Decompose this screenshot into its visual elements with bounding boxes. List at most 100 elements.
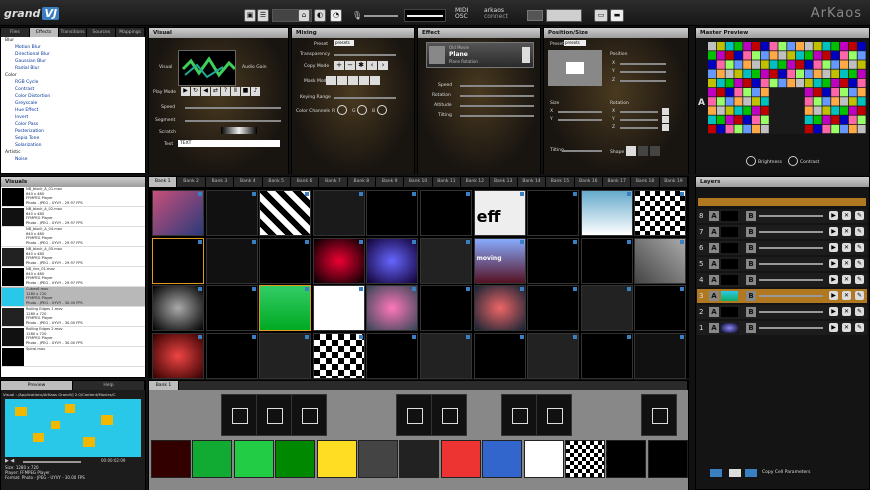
bank-tab-6[interactable]: Bank 6: [291, 177, 320, 187]
layer-b-button[interactable]: B: [746, 307, 756, 317]
effects-group[interactable]: Blur: [3, 37, 145, 44]
layer-row-5[interactable]: 5 A B ▶ ✕ ✎: [697, 257, 867, 271]
effect-item[interactable]: Posterization: [3, 128, 145, 135]
layer-opacity-slider[interactable]: [759, 215, 823, 217]
layer-b-button[interactable]: B: [746, 275, 756, 285]
grid-cell[interactable]: [259, 285, 312, 331]
grid-cell[interactable]: [205, 237, 258, 284]
grid-cell[interactable]: [634, 285, 687, 331]
layer-row-2[interactable]: 2 A B ▶ ✕ ✎: [697, 305, 867, 319]
layer-b-button[interactable]: B: [746, 259, 756, 269]
bottom-grid-cell[interactable]: [233, 440, 274, 478]
grid-cell[interactable]: [527, 332, 580, 379]
copy-mode-sub[interactable]: −: [345, 61, 355, 70]
copy-mode-add[interactable]: +: [334, 61, 344, 70]
bottom-grid-cell[interactable]: [523, 440, 564, 478]
layer-a-button[interactable]: A: [709, 323, 719, 333]
bottom-grid-cell[interactable]: [275, 440, 316, 478]
bottom-grid-cell[interactable]: [647, 440, 688, 478]
grid-cell[interactable]: [312, 190, 365, 236]
effect-item[interactable]: Motion Blur: [3, 44, 145, 51]
pos-tilting-slider[interactable]: [562, 150, 602, 152]
pos-y-slider[interactable]: [620, 71, 666, 73]
position-preset-dropdown[interactable]: presets: [564, 40, 586, 46]
tab-files[interactable]: Files: [1, 28, 30, 37]
grid-cell[interactable]: [259, 237, 312, 284]
bottom-grid-cell[interactable]: [358, 440, 398, 478]
visual-list-item[interactable]: NB_block_A_04.mov 640 x 480 FFMPEG Player P…: [1, 227, 145, 247]
keying-range-slider[interactable]: [334, 97, 396, 99]
channel-b-knob[interactable]: [377, 105, 387, 115]
layer-a-button[interactable]: A: [709, 259, 719, 269]
bank-tab-10[interactable]: Bank 10: [404, 177, 433, 187]
tab-transitions[interactable]: Transitions: [59, 28, 88, 37]
grid-cell[interactable]: [205, 285, 258, 331]
grid-cell[interactable]: [366, 237, 419, 284]
rot-y-reset[interactable]: [662, 116, 669, 123]
grid-cell[interactable]: [420, 237, 472, 284]
bank-tab-13[interactable]: Bank 13: [490, 177, 518, 187]
bank-tab-14[interactable]: Bank 14: [518, 177, 547, 187]
layer-a-button[interactable]: A: [709, 291, 719, 301]
effects-group[interactable]: Color: [3, 72, 145, 79]
grid-cell[interactable]: [580, 285, 633, 331]
size-y-slider[interactable]: [558, 119, 602, 121]
bottom-grid-cell[interactable]: [192, 440, 233, 478]
effects-tree[interactable]: Blur Motion Blur Directional Blur Gaussian …: [1, 37, 145, 173]
layer-play-icon[interactable]: ▶: [829, 211, 838, 220]
effect-item[interactable]: Sepia Tone: [3, 135, 145, 142]
layer-a-button[interactable]: A: [709, 307, 719, 317]
tab-mappings[interactable]: Mappings: [116, 28, 145, 37]
layer-edit-icon[interactable]: ✎: [855, 259, 864, 268]
grid-cell[interactable]: [527, 190, 580, 236]
bottom-grid-cell[interactable]: [501, 394, 537, 436]
layer-edit-icon[interactable]: ✎: [855, 275, 864, 284]
layer-row-6[interactable]: 6 A B ▶ ✕ ✎: [697, 241, 867, 255]
tab-help[interactable]: Help: [73, 381, 145, 390]
layer-edit-icon[interactable]: ✎: [855, 291, 864, 300]
layer-blue-button[interactable]: [710, 469, 722, 477]
midi-osc-status[interactable]: MIDI OSC: [455, 8, 468, 20]
layer-edit-icon[interactable]: ✎: [855, 323, 864, 332]
layer-play-icon[interactable]: ▶: [829, 243, 838, 252]
layer-opacity-slider[interactable]: [759, 327, 823, 329]
layer-clear-icon[interactable]: ✕: [842, 227, 851, 236]
tab-effects[interactable]: Effects: [29, 28, 59, 37]
visual-list-item[interactable]: NB_block_A_01.mov 640 x 480 FFMPEG Player P…: [1, 187, 145, 207]
layer-clear-icon[interactable]: ✕: [842, 323, 851, 332]
bottom-grid-cell[interactable]: [256, 394, 292, 436]
tab-sources[interactable]: Sources: [87, 28, 117, 37]
bank-tab-1[interactable]: Bank 1: [149, 177, 178, 187]
size-x-slider[interactable]: [558, 111, 602, 113]
bank-tab-2[interactable]: Bank 2: [177, 177, 206, 187]
bank-tab-15[interactable]: Bank 15: [546, 177, 575, 187]
grid-cell[interactable]: [152, 190, 204, 236]
effect-item[interactable]: Color Pass: [3, 121, 145, 128]
layer-edit-icon[interactable]: ✎: [855, 243, 864, 252]
effect-rotation-slider[interactable]: [460, 95, 534, 97]
effect-item[interactable]: Color Distortion: [3, 93, 145, 100]
preview-scrubber[interactable]: [23, 461, 81, 463]
grid-cell[interactable]: [366, 332, 419, 379]
play-pause-button[interactable]: Ⅱ: [231, 87, 240, 96]
grid-cell[interactable]: [259, 332, 312, 379]
effect-item[interactable]: Contrast: [3, 86, 145, 93]
channel-g-knob[interactable]: [357, 105, 367, 115]
bank-tab-7[interactable]: Bank 7: [319, 177, 348, 187]
effect-tilting-slider[interactable]: [460, 115, 534, 117]
layout-1-button[interactable]: ▣: [244, 9, 256, 22]
record-button[interactable]: ◐: [314, 9, 326, 22]
layer-opacity-slider[interactable]: [759, 311, 823, 313]
grid-cell[interactable]: [473, 285, 526, 331]
copy-mode-next[interactable]: ›: [378, 61, 388, 70]
transparency-slider[interactable]: [334, 54, 396, 56]
grid-cell[interactable]: [312, 237, 365, 284]
mask-mode-4[interactable]: [359, 76, 369, 85]
layer-clear-icon[interactable]: ✕: [842, 275, 851, 284]
layer-row-7[interactable]: 7 A B ▶ ✕ ✎: [697, 225, 867, 239]
layer-clear-icon[interactable]: ✕: [842, 211, 851, 220]
scratch-bar[interactable]: [221, 127, 257, 134]
effect-item[interactable]: Hue Effect: [3, 107, 145, 114]
bank-tab-11[interactable]: Bank 11: [433, 177, 462, 187]
layer-clear-icon[interactable]: ✕: [842, 259, 851, 268]
